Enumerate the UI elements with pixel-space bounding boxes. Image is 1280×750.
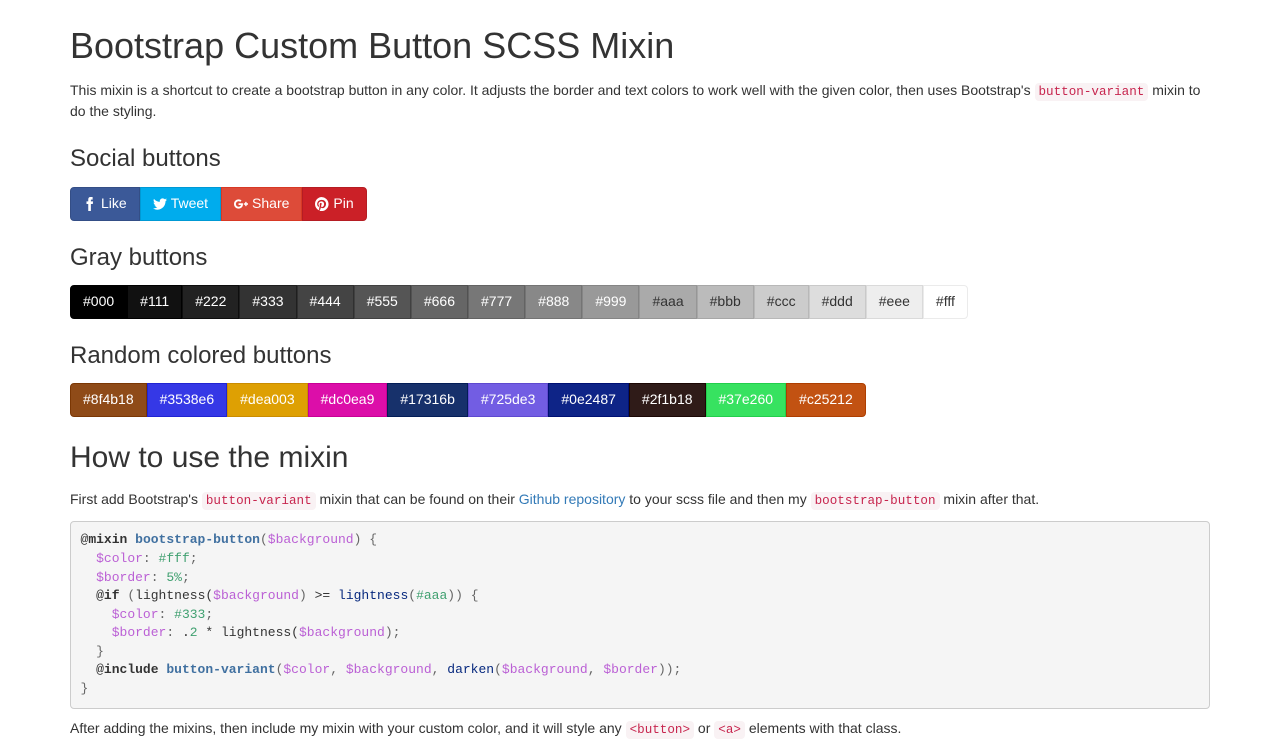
after-text-1: After adding the mixins, then include my… [70, 720, 626, 736]
gray-button[interactable]: #444 [297, 285, 354, 319]
gray-button[interactable]: #ddd [809, 285, 866, 319]
code-block: @mixin bootstrap-button($background) { $… [70, 521, 1210, 709]
gray-button[interactable]: #555 [354, 285, 411, 319]
gray-button[interactable]: #000 [70, 285, 127, 319]
howto-text-4: mixin after that. [940, 491, 1040, 507]
intro-code: button-variant [1035, 83, 1149, 101]
color-button[interactable]: #8f4b18 [70, 383, 147, 417]
pinterest-icon [315, 197, 329, 211]
intro-text-1: This mixin is a shortcut to create a boo… [70, 82, 1035, 98]
gray-button[interactable]: #ccc [754, 285, 809, 319]
twitter-icon [153, 197, 167, 211]
color-button[interactable]: #dea003 [227, 383, 308, 417]
color-button[interactable]: #dc0ea9 [308, 383, 388, 417]
google-plus-icon [234, 197, 248, 211]
gray-button[interactable]: #888 [525, 285, 582, 319]
howto-text-2: mixin that can be found on their [316, 491, 519, 507]
button-label: Like [101, 194, 127, 214]
random-heading: Random colored buttons [70, 339, 1210, 373]
social-heading: Social buttons [70, 142, 1210, 176]
color-button[interactable]: #c25212 [786, 383, 866, 417]
github-link[interactable]: Github repository [519, 491, 626, 507]
color-button[interactable]: #2f1b18 [629, 383, 706, 417]
gray-button[interactable]: #222 [182, 285, 239, 319]
intro-paragraph: This mixin is a shortcut to create a boo… [70, 81, 1210, 122]
after-text-3: elements with that class. [745, 720, 901, 736]
random-button-group: #8f4b18#3538e6#dea003#dc0ea9#17316b#725d… [70, 383, 1210, 417]
gray-button[interactable]: #fff [923, 285, 968, 319]
gray-button[interactable]: #eee [866, 285, 923, 319]
google-plus-button[interactable]: Share [221, 187, 302, 221]
gray-button[interactable]: #aaa [639, 285, 696, 319]
after-code-1: <button> [626, 721, 694, 739]
gray-button[interactable]: #666 [411, 285, 468, 319]
gray-button[interactable]: #777 [468, 285, 525, 319]
twitter-button[interactable]: Tweet [140, 187, 221, 221]
after-code-paragraph: After adding the mixins, then include my… [70, 719, 1210, 740]
facebook-icon [83, 197, 97, 211]
howto-code-2: bootstrap-button [811, 492, 940, 510]
howto-text-1: First add Bootstrap's [70, 491, 202, 507]
color-button[interactable]: #17316b [387, 383, 468, 417]
gray-button[interactable]: #111 [127, 285, 182, 319]
button-label: Tweet [171, 194, 208, 214]
color-button[interactable]: #37e260 [706, 383, 787, 417]
social-button-group: Like Tweet Share Pin [70, 187, 1210, 221]
button-label: Share [252, 194, 289, 214]
color-button[interactable]: #725de3 [468, 383, 549, 417]
howto-heading: How to use the mixin [70, 437, 1210, 480]
button-label: Pin [333, 194, 353, 214]
color-button[interactable]: #3538e6 [147, 383, 228, 417]
gray-button[interactable]: #999 [582, 285, 639, 319]
howto-text-3: to your scss file and then my [625, 491, 810, 507]
after-text-2: or [694, 720, 714, 736]
gray-button[interactable]: #bbb [697, 285, 754, 319]
gray-button-group: #000#111#222#333#444#555#666#777#888#999… [70, 285, 1210, 319]
facebook-button[interactable]: Like [70, 187, 140, 221]
howto-paragraph: First add Bootstrap's button-variant mix… [70, 490, 1210, 511]
gray-button[interactable]: #333 [239, 285, 296, 319]
howto-code-1: button-variant [202, 492, 316, 510]
pinterest-button[interactable]: Pin [302, 187, 366, 221]
after-code-2: <a> [714, 721, 745, 739]
page-title: Bootstrap Custom Button SCSS Mixin [70, 20, 1210, 71]
gray-heading: Gray buttons [70, 241, 1210, 275]
color-button[interactable]: #0e2487 [548, 383, 629, 417]
